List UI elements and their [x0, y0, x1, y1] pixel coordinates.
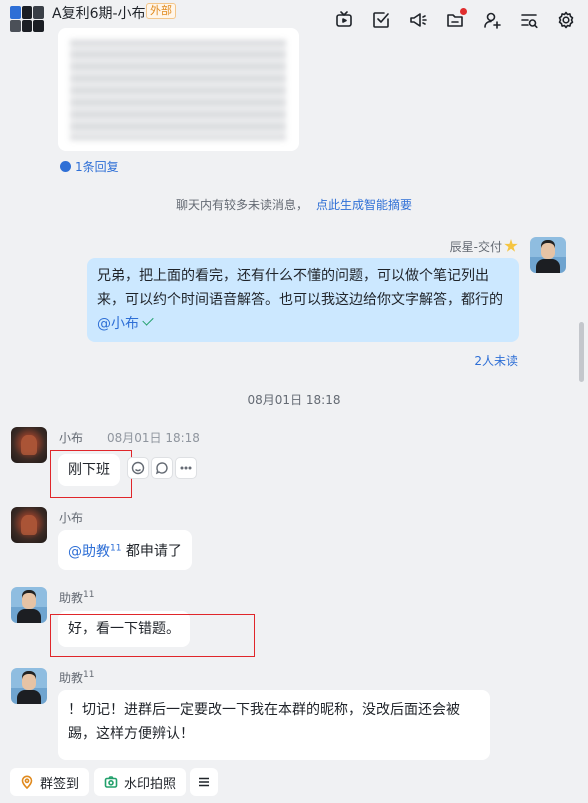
blurred-content: [70, 40, 286, 140]
notice-text: 聊天内有较多未读消息，: [175, 198, 308, 212]
checkin-button[interactable]: 群签到: [10, 768, 90, 796]
highlight-box: [50, 614, 255, 657]
message-sender: 小布: [59, 431, 84, 445]
message-text: 都申请了: [121, 543, 182, 560]
task-check-icon[interactable]: [369, 8, 393, 32]
date-separator: 08月01日 18:18: [247, 393, 341, 407]
announcement-icon[interactable]: [406, 8, 430, 32]
avatar[interactable]: [11, 668, 47, 704]
read-status[interactable]: 2人未读: [474, 352, 518, 369]
smart-summary-link[interactable]: 点此生成智能摘要: [316, 198, 412, 212]
message-hover-actions: [127, 457, 197, 479]
reply-count: 1条回复: [75, 160, 119, 174]
watermark-photo-button[interactable]: 水印拍照: [94, 768, 187, 796]
blurred-image-message[interactable]: [58, 28, 299, 151]
message-sender: 助教11: [59, 670, 95, 685]
reply-bubble-icon: [60, 161, 71, 172]
thread-reply-link[interactable]: 1条回复: [60, 158, 119, 175]
location-pin-icon: [21, 775, 33, 789]
reply-icon[interactable]: [151, 457, 173, 479]
menu-icon: [199, 777, 209, 787]
notification-dot: [460, 8, 467, 15]
header-toolbar: [332, 8, 578, 32]
message-text: 兄弟，把上面的看完，还有什么不懂的问题，可以做个笔记列出来，可以约个时间语音解答…: [97, 268, 503, 308]
mention-link[interactable]: @助教11: [68, 543, 121, 560]
video-icon[interactable]: [332, 8, 356, 32]
external-badge: 外部: [146, 3, 176, 19]
mention-link[interactable]: @小布: [97, 316, 139, 332]
message-bubble[interactable]: ！切记！进群后一定要改一下我在本群的昵称，没改后面还会被踢，这样方便辨认！: [58, 690, 490, 760]
search-list-icon[interactable]: [517, 8, 541, 32]
menu-button[interactable]: [190, 768, 218, 796]
avatar[interactable]: [11, 587, 47, 623]
group-avatar[interactable]: [10, 6, 44, 32]
message-sender: 辰星-交付: [450, 238, 518, 255]
unread-notice: 聊天内有较多未读消息， 点此生成智能摘要: [0, 196, 588, 213]
checkin-label: 群签到: [40, 776, 80, 792]
add-member-icon[interactable]: [480, 8, 504, 32]
star-icon: [504, 239, 518, 252]
avatar[interactable]: [11, 507, 47, 543]
highlight-box: [50, 450, 132, 498]
message-sender: 小布: [59, 511, 84, 525]
camera-icon: [104, 776, 118, 788]
avatar[interactable]: [11, 427, 47, 463]
scrollbar[interactable]: [579, 322, 584, 382]
message-bubble[interactable]: 兄弟，把上面的看完，还有什么不懂的问题，可以做个笔记列出来，可以约个时间语音解答…: [87, 258, 519, 342]
watermark-photo-label: 水印拍照: [124, 776, 177, 792]
reaction-icon[interactable]: [127, 457, 149, 479]
message-sender: 助教11: [59, 590, 95, 605]
message-bubble[interactable]: @助教11 都申请了: [58, 530, 192, 570]
quick-actions-bar: 群签到 水印拍照: [0, 760, 588, 803]
message-text: ！切记！进群后一定要改一下我在本群的昵称，没改后面还会被踢，这样方便辨认！: [68, 702, 460, 742]
avatar[interactable]: [530, 237, 566, 273]
check-icon: [142, 314, 154, 326]
more-icon[interactable]: [175, 457, 197, 479]
chat-title[interactable]: A复利6期-小布: [52, 3, 146, 23]
folder-icon[interactable]: [443, 8, 467, 32]
settings-icon[interactable]: [554, 8, 578, 32]
message-time: 08月01日 18:18: [107, 431, 200, 445]
